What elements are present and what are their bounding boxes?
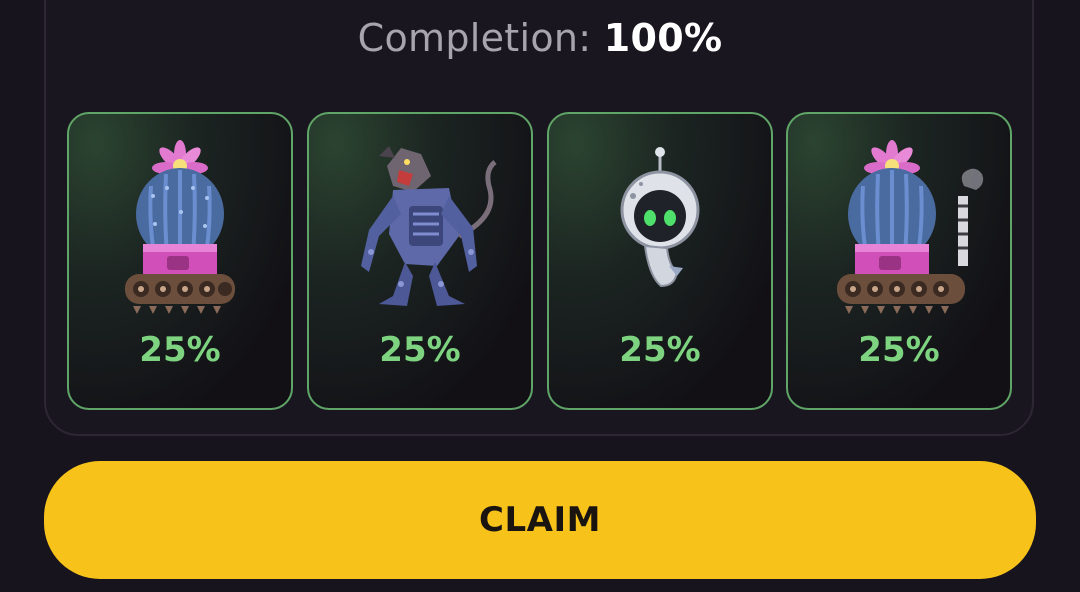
card-percent: 25%: [619, 330, 701, 370]
card-percent: 25%: [858, 330, 940, 370]
completion-value: 100%: [603, 16, 723, 60]
claim-button[interactable]: CLAIM: [44, 461, 1036, 579]
reward-card-robot-rat[interactable]: 25%: [307, 112, 533, 410]
cactus-tank-exhaust-icon: [837, 140, 984, 314]
reward-card-astro-bot[interactable]: 25%: [547, 112, 773, 410]
reward-card-cactus-tank[interactable]: 25%: [67, 112, 293, 410]
reward-card-cactus-tank-exhaust[interactable]: 25%: [786, 112, 1012, 410]
completion-status: Completion: 100%: [0, 16, 1080, 60]
card-percent: 25%: [139, 330, 221, 370]
robot-rat-icon: [361, 146, 497, 306]
completion-label: Completion:: [357, 16, 592, 60]
cactus-tank-icon: [125, 140, 235, 314]
astro-bot-icon: [620, 147, 700, 288]
card-percent: 25%: [379, 330, 461, 370]
